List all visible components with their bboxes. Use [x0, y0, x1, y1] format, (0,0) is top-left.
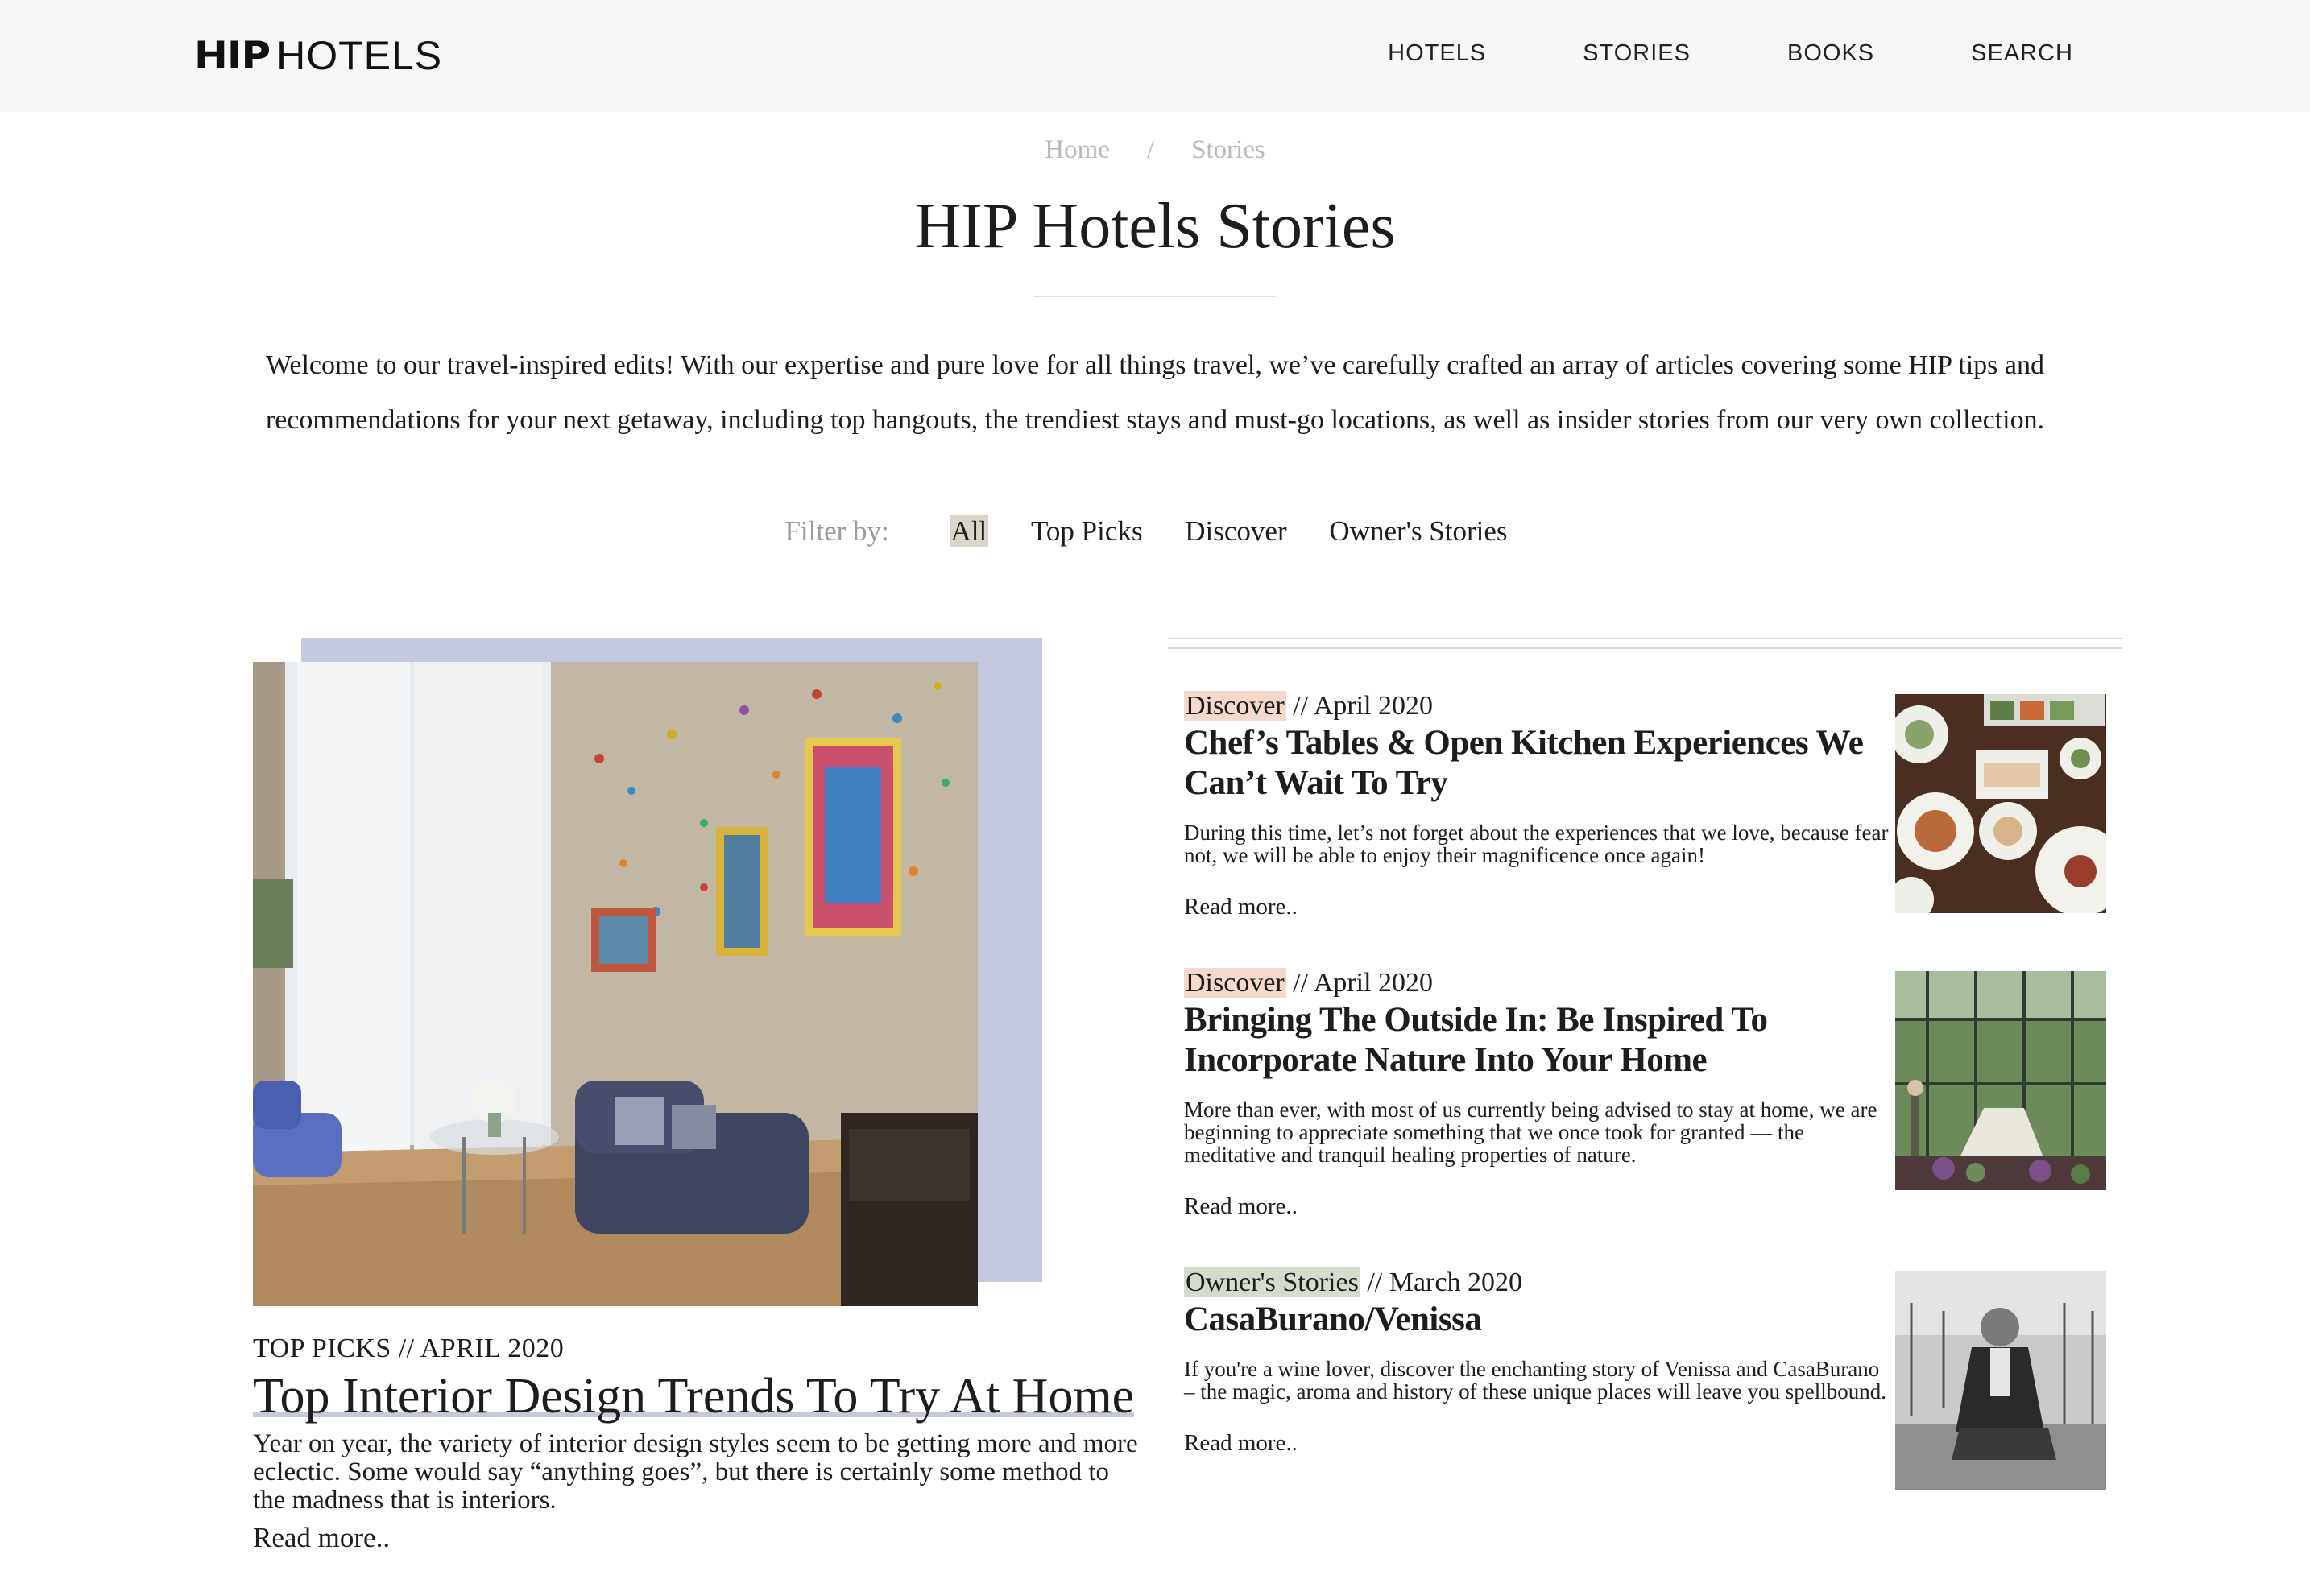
featured-excerpt: Year on year, the variety of interior de… [253, 1429, 1138, 1515]
intro-paragraph: Welcome to our travel-inspired edits! Wi… [265, 350, 2045, 435]
logo-bold-text: HIP [194, 33, 271, 78]
article-card: Discover // April 2020 Chef’s Tables & O… [1184, 691, 2110, 920]
category-tag[interactable]: Discover [1184, 968, 1286, 998]
filter-bar: Filter by: All Top Picks Discover Owner'… [0, 515, 2310, 548]
list-divider-top [1168, 638, 2122, 639]
nav-stories[interactable]: STORIES [1583, 40, 1691, 67]
article-date: // March 2020 [1360, 1267, 1522, 1297]
food-table-illustration [1895, 694, 2106, 913]
article-title[interactable]: Bringing The Outside In: Be Inspired To … [1184, 1000, 1893, 1081]
article-date: // April 2020 [1285, 968, 1434, 998]
title-divider [1034, 296, 1276, 297]
featured-title[interactable]: Top Interior Design Trends To Try At Hom… [253, 1367, 1135, 1425]
filter-discover[interactable]: Discover [1185, 515, 1286, 547]
article-thumbnail[interactable] [1895, 694, 2106, 913]
article-date: // April 2020 [1285, 691, 1434, 721]
article-card: Owner's Stories // March 2020 CasaBurano… [1184, 1267, 2110, 1490]
list-divider-bottom [1168, 647, 2122, 649]
filter-owners-stories[interactable]: Owner's Stories [1329, 515, 1507, 547]
top-header: HIP HOTELS HOTELS STORIES BOOKS SEARCH [0, 0, 2310, 112]
breadcrumb-stories[interactable]: Stories [1191, 135, 1265, 164]
vineyard-portrait-illustration [1895, 1271, 2106, 1490]
article-excerpt: More than ever, with most of us currentl… [1184, 1098, 1877, 1167]
article-card: Discover // April 2020 Bringing The Outs… [1184, 968, 2110, 1220]
featured-title-text: Top Interior Design Trends To Try At Hom… [253, 1369, 1135, 1424]
read-more-link[interactable]: Read more.. [1184, 1193, 1298, 1220]
filter-label: Filter by: [784, 515, 889, 547]
article-thumbnail[interactable] [1895, 971, 2106, 1190]
article-title[interactable]: Chef’s Tables & Open Kitchen Experiences… [1184, 723, 1893, 804]
article-title[interactable]: CasaBurano/Venissa [1184, 1300, 1893, 1340]
greenhouse-illustration [1895, 971, 2106, 1190]
hip-hotels-logo[interactable]: HIP HOTELS [194, 35, 442, 76]
breadcrumb: Home / Stories [0, 135, 2310, 165]
breadcrumb-home[interactable]: Home [1045, 135, 1110, 164]
nav-books[interactable]: BOOKS [1787, 40, 1874, 67]
main-navigation: HOTELS STORIES BOOKS SEARCH [1291, 40, 2073, 67]
article-thumbnail[interactable] [1895, 1271, 2106, 1490]
article-excerpt: During this time, let’s not forget about… [1184, 821, 1889, 867]
read-more-link[interactable]: Read more.. [1184, 1430, 1298, 1457]
featured-read-more-link[interactable]: Read more.. [253, 1522, 390, 1554]
living-room-illustration [253, 662, 978, 1306]
nav-search[interactable]: SEARCH [1971, 40, 2073, 67]
category-tag[interactable]: Owner's Stories [1184, 1267, 1360, 1297]
read-more-link[interactable]: Read more.. [1184, 894, 1298, 920]
logo-light-text: HOTELS [276, 33, 443, 78]
featured-meta: TOP PICKS // APRIL 2020 [253, 1333, 565, 1363]
category-tag[interactable]: Discover [1184, 691, 1286, 721]
filter-top-picks[interactable]: Top Picks [1031, 515, 1143, 547]
article-excerpt: If you're a wine lover, discover the enc… [1184, 1357, 1887, 1404]
featured-image[interactable] [253, 662, 978, 1306]
nav-hotels[interactable]: HOTELS [1388, 40, 1486, 67]
filter-all[interactable]: All [949, 515, 989, 547]
breadcrumb-separator: / [1146, 135, 1155, 164]
page-title: HIP Hotels Stories [914, 191, 1396, 262]
